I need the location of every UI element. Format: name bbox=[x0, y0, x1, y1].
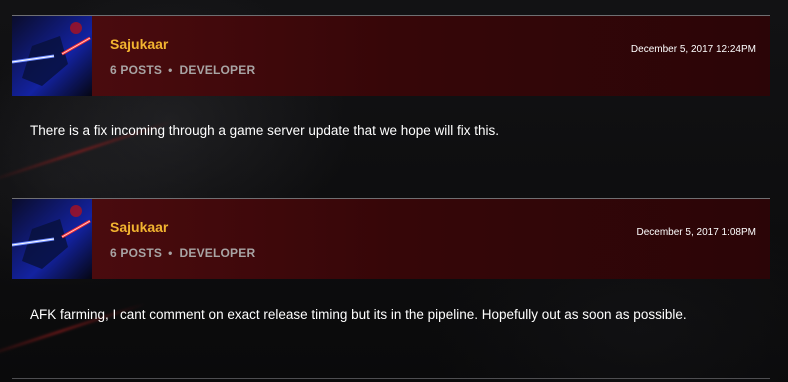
post-body: AFK farming, I cant comment on exact rel… bbox=[30, 307, 687, 322]
post-divider bbox=[12, 378, 770, 379]
meta-separator: • bbox=[168, 246, 173, 260]
author-name[interactable]: Sajukaar bbox=[110, 219, 168, 235]
user-avatar[interactable] bbox=[12, 199, 92, 279]
user-avatar[interactable] bbox=[12, 16, 92, 96]
post-body: There is a fix incoming through a game s… bbox=[30, 123, 499, 138]
post-count: 6 POSTS bbox=[110, 63, 163, 77]
author-meta: 6 POSTS • DEVELOPER bbox=[110, 246, 255, 260]
post-timestamp: December 5, 2017 1:08PM bbox=[636, 227, 756, 238]
post-header-bar: Sajukaar 6 POSTS • DEVELOPER December 5, 2… bbox=[92, 199, 770, 279]
lightsaber-avatar-icon bbox=[12, 16, 92, 96]
post-count: 6 POSTS bbox=[110, 246, 163, 260]
meta-separator: • bbox=[168, 63, 173, 77]
author-meta: 6 POSTS • DEVELOPER bbox=[110, 63, 255, 77]
post-header: Sajukaar 6 POSTS • DEVELOPER December 5, 2… bbox=[12, 198, 770, 279]
post-header: Sajukaar 6 POSTS • DEVELOPER December 5, 2… bbox=[12, 15, 770, 96]
lightsaber-avatar-icon bbox=[12, 199, 92, 279]
forum-post: Sajukaar 6 POSTS • DEVELOPER December 5, 2… bbox=[12, 15, 770, 138]
post-timestamp: December 5, 2017 12:24PM bbox=[630, 44, 756, 55]
author-name[interactable]: Sajukaar bbox=[110, 36, 168, 52]
author-role: DEVELOPER bbox=[179, 246, 256, 260]
post-header-bar: Sajukaar 6 POSTS • DEVELOPER December 5, 2… bbox=[92, 16, 770, 96]
forum-post: Sajukaar 6 POSTS • DEVELOPER December 5, 2… bbox=[12, 198, 770, 322]
author-role: DEVELOPER bbox=[179, 63, 256, 77]
